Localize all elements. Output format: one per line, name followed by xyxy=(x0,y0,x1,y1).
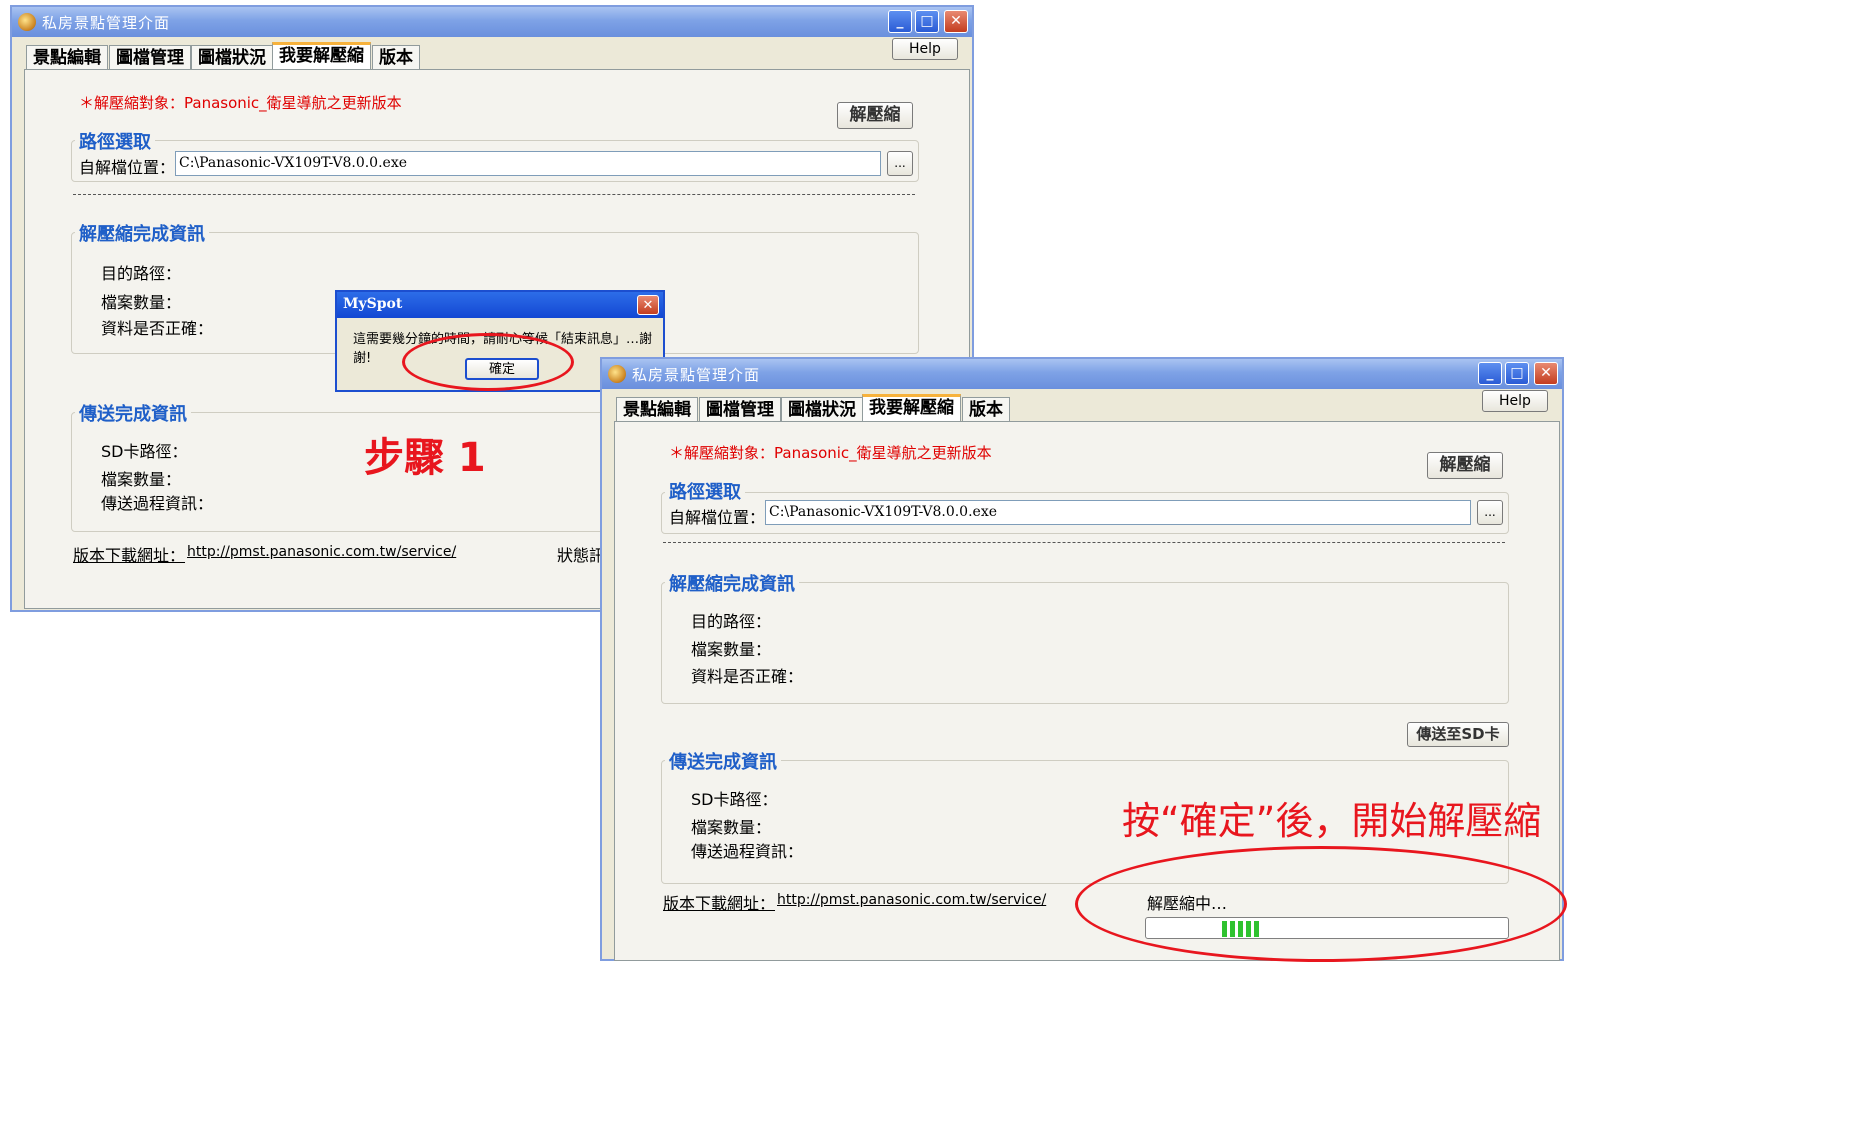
transfer-progress-label: 傳送過程資訊： xyxy=(691,842,804,861)
path-group-title: 路徑選取 xyxy=(665,478,745,504)
dest-path-label: 目的路徑： xyxy=(691,612,772,631)
tab-version[interactable]: 版本 xyxy=(372,45,420,70)
status-label: 狀態訊 xyxy=(557,546,606,565)
tab-decompress[interactable]: 我要解壓縮 xyxy=(862,394,961,422)
tab-version[interactable]: 版本 xyxy=(962,397,1010,422)
maximize-button[interactable]: □ xyxy=(915,10,939,33)
maximize-button[interactable]: □ xyxy=(1505,362,1529,385)
tab-image-manage[interactable]: 圖檔管理 xyxy=(699,397,781,422)
tab-image-status[interactable]: 圖檔狀況 xyxy=(781,397,863,422)
tab-spot-edit[interactable]: 景點編輯 xyxy=(616,397,698,422)
transfer-info-title: 傳送完成資訊 xyxy=(665,748,781,774)
window-title: 私房景點管理介面 xyxy=(42,14,171,32)
path-group-title: 路徑選取 xyxy=(75,128,155,154)
help-button[interactable]: Help xyxy=(892,38,958,60)
tab-image-manage[interactable]: 圖檔管理 xyxy=(109,45,191,70)
transfer-info-title: 傳送完成資訊 xyxy=(75,400,191,426)
tab-spot-edit[interactable]: 景點編輯 xyxy=(26,45,108,70)
target-warning: ＊解壓縮對象：Panasonic_衛星導航之更新版本 xyxy=(79,94,402,112)
dest-path-label: 目的路徑： xyxy=(101,264,182,283)
download-link[interactable]: http://pmst.panasonic.com.tw/service/ xyxy=(187,544,456,560)
send-to-sd-button[interactable]: 傳送至SD卡 xyxy=(1407,722,1509,747)
browse-button[interactable]: ... xyxy=(887,151,913,176)
decompress-info-title: 解壓縮完成資訊 xyxy=(75,220,209,246)
dialog-title: MySpot xyxy=(343,296,403,312)
transfer-progress-label: 傳送過程資訊： xyxy=(101,494,214,513)
target-warning: ＊解壓縮對象：Panasonic_衛星導航之更新版本 xyxy=(669,444,992,462)
browse-button[interactable]: ... xyxy=(1477,500,1503,525)
decompress-info-title: 解壓縮完成資訊 xyxy=(665,570,799,596)
decompress-button[interactable]: 解壓縮 xyxy=(837,102,913,129)
help-button[interactable]: Help xyxy=(1482,390,1548,412)
close-button[interactable]: ✕ xyxy=(1534,362,1558,385)
progress-highlight-circle xyxy=(1075,846,1567,962)
app-icon xyxy=(18,13,36,31)
minimize-button[interactable]: _ xyxy=(1478,362,1502,385)
title-bar[interactable]: 私房景點管理介面 _ □ ✕ xyxy=(12,7,972,37)
step1-annotation: 步驟 1 xyxy=(364,435,486,481)
transfer-count-label: 檔案數量： xyxy=(101,470,182,489)
self-extract-path-input[interactable]: C:\Panasonic-VX109T-V8.0.0.exe xyxy=(765,500,1471,525)
self-extract-label: 自解檔位置： xyxy=(669,508,766,527)
title-bar-2[interactable]: 私房景點管理介面 _ □ ✕ xyxy=(602,359,1562,389)
tab-decompress[interactable]: 我要解壓縮 xyxy=(272,42,371,70)
dialog-title-bar[interactable]: MySpot ✕ xyxy=(337,292,663,318)
separator xyxy=(73,194,915,195)
window-title-2: 私房景點管理介面 xyxy=(632,366,761,384)
download-label: 版本下載網址： xyxy=(73,546,186,565)
after-ok-annotation: 按“確定”後，開始解壓縮 xyxy=(1122,799,1542,843)
sd-path-label: SD卡路徑： xyxy=(101,442,188,461)
decompress-button[interactable]: 解壓縮 xyxy=(1427,452,1503,479)
data-correct-label: 資料是否正確： xyxy=(101,319,214,338)
tab-image-status[interactable]: 圖檔狀況 xyxy=(191,45,273,70)
sd-path-label: SD卡路徑： xyxy=(691,790,778,809)
file-count-label: 檔案數量： xyxy=(101,293,182,312)
data-correct-label: 資料是否正確： xyxy=(691,667,804,686)
download-label: 版本下載網址： xyxy=(663,894,776,913)
file-count-label: 檔案數量： xyxy=(691,640,772,659)
ok-button-highlight-circle xyxy=(402,333,574,391)
transfer-count-label: 檔案數量： xyxy=(691,818,772,837)
separator xyxy=(663,542,1505,543)
close-button[interactable]: ✕ xyxy=(944,10,968,33)
app-icon xyxy=(608,365,626,383)
minimize-button[interactable]: _ xyxy=(888,10,912,33)
self-extract-path-input[interactable]: C:\Panasonic-VX109T-V8.0.0.exe xyxy=(175,151,881,176)
download-link[interactable]: http://pmst.panasonic.com.tw/service/ xyxy=(777,892,1046,908)
self-extract-label: 自解檔位置： xyxy=(79,158,176,177)
dialog-close-button[interactable]: ✕ xyxy=(637,295,659,315)
